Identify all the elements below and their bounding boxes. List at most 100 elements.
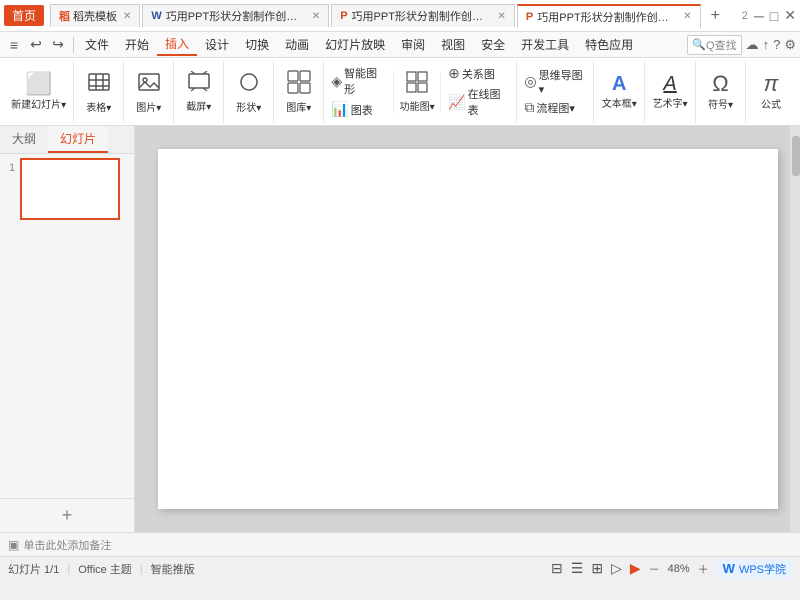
scroll-thumb[interactable] xyxy=(792,136,800,176)
formula-button[interactable]: π 公式 xyxy=(750,71,792,113)
tab-pptx1[interactable]: P 巧用PPT形状分割制作创意图片.pptx ✕ xyxy=(331,4,515,27)
tab-close-icon2[interactable]: ✕ xyxy=(683,11,691,22)
add-tab-button[interactable]: + xyxy=(707,7,724,25)
flowchart-label: 流程图▾ xyxy=(536,100,575,116)
chart-button[interactable]: 📊 图表 xyxy=(328,100,389,119)
menu-tab-security[interactable]: 安全 xyxy=(473,34,513,55)
wps-label: WPS学院 xyxy=(739,561,786,577)
mindmap-button[interactable]: ◎ 思维导图▾ xyxy=(521,66,589,97)
formula-label: 公式 xyxy=(761,96,781,111)
template-icon: 稻 xyxy=(59,8,70,24)
menu-tab-devtools[interactable]: 开发工具 xyxy=(513,34,577,55)
slides-tab[interactable]: 幻灯片 xyxy=(48,126,108,153)
reading-view-icon[interactable]: ▷ xyxy=(611,560,622,577)
ppt-icon: P xyxy=(340,10,347,22)
chartlib-button[interactable]: 图库▾ xyxy=(278,68,320,116)
menu-tab-file[interactable]: 文件 xyxy=(77,34,117,55)
screenshot-button[interactable]: 截屏▾ xyxy=(178,69,220,115)
tab-docx[interactable]: W 巧用PPT形状分割制作创意图片.docx ✕ xyxy=(142,4,329,27)
title-bar: 首页 稻 稻壳模板 ✕ W 巧用PPT形状分割制作创意图片.docx ✕ P 巧… xyxy=(0,0,800,32)
menu-tab-slideshow[interactable]: 幻灯片放映 xyxy=(317,34,393,55)
menu-tab-start[interactable]: 开始 xyxy=(117,34,157,55)
hamburger-icon[interactable]: ≡ xyxy=(4,35,24,55)
home-button[interactable]: 首页 xyxy=(4,5,44,26)
canvas-area[interactable] xyxy=(135,126,800,532)
chart-icon: 📊 xyxy=(331,101,348,118)
menu-tab-special[interactable]: 特色应用 xyxy=(577,34,641,55)
textbox-button[interactable]: A 文本框▾ xyxy=(598,72,641,112)
ai-label[interactable]: 智能推版 xyxy=(151,561,195,577)
online-chart-button[interactable]: 📈 在线图表 xyxy=(445,85,512,119)
arttext-button[interactable]: A 艺术字▾ xyxy=(649,72,692,112)
menu-tab-review[interactable]: 审阅 xyxy=(393,34,433,55)
function-label: 功能图▾ xyxy=(400,98,435,113)
toolbar-group-arttext: A 艺术字▾ xyxy=(645,60,696,123)
relation-button[interactable]: ⊕ 关系图 xyxy=(445,64,512,83)
settings-icon[interactable]: ⚙ xyxy=(784,37,796,53)
scroll-bar[interactable] xyxy=(790,126,800,532)
close-button[interactable]: ✕ xyxy=(784,7,796,24)
slideshow-icon[interactable]: ▶ xyxy=(630,560,641,577)
toolbar-group-textbox: A 文本框▾ xyxy=(594,60,645,123)
symbol-button[interactable]: Ω 符号▾ xyxy=(700,71,742,113)
flowchart-button[interactable]: ⧉ 流程图▾ xyxy=(521,98,589,117)
tab-pptx2[interactable]: P 巧用PPT形状分割制作创意图片.pptx ✕ xyxy=(517,4,701,28)
shape-button[interactable]: 形状▾ xyxy=(228,68,270,116)
slide-canvas[interactable] xyxy=(158,149,778,509)
symbol-label: 符号▾ xyxy=(708,96,733,111)
separator1: | xyxy=(67,563,70,575)
zoom-out-icon[interactable]: － xyxy=(649,561,660,577)
formula-icon: π xyxy=(764,73,779,95)
normal-view-icon[interactable]: ⊟ xyxy=(551,560,563,577)
menu-tab-design[interactable]: 设计 xyxy=(197,34,237,55)
outline-tab[interactable]: 大纲 xyxy=(0,126,48,153)
maximize-button[interactable]: □ xyxy=(770,8,778,24)
new-slide-icon: ⬜ xyxy=(25,73,52,95)
tab-label: 巧用PPT形状分割制作创意图片.docx xyxy=(166,8,306,24)
tab-close-icon[interactable]: ✕ xyxy=(312,11,320,22)
menu-tab-view[interactable]: 视图 xyxy=(433,34,473,55)
tab-label: 稻壳模板 xyxy=(73,8,117,24)
table-button[interactable]: 表格▾ xyxy=(78,68,120,116)
redo-icon[interactable]: ↪ xyxy=(48,35,68,55)
slide-thumbnail[interactable] xyxy=(20,158,120,220)
toolbar-group-image: 图片▾ xyxy=(124,60,174,123)
wps-badge[interactable]: W WPS学院 xyxy=(717,559,792,579)
add-slide-button[interactable]: + xyxy=(0,498,134,532)
separator xyxy=(73,37,74,53)
relation-icon: ⊕ xyxy=(448,65,460,82)
tab-close-icon[interactable]: ✕ xyxy=(498,11,506,22)
chart-label: 图表 xyxy=(351,102,373,118)
shape-icon xyxy=(237,70,261,98)
menu-tab-insert[interactable]: 插入 xyxy=(157,33,197,56)
connection-icon[interactable]: ☁ xyxy=(746,37,759,53)
outline-view-icon[interactable]: ☰ xyxy=(571,560,584,577)
toolbar-group-new-slide: ⬜ 新建幻灯片▾ xyxy=(4,60,74,123)
help-icon[interactable]: ? xyxy=(773,37,780,52)
notes-bar[interactable]: ▣ 单击此处添加备注 xyxy=(0,532,800,556)
slide-sorter-icon[interactable]: ⊞ xyxy=(591,560,603,577)
slide-info: 幻灯片 1/1 xyxy=(8,561,59,577)
undo-icon[interactable]: ↩ xyxy=(26,35,46,55)
tab-close-icon[interactable]: ✕ xyxy=(123,11,131,22)
menu-tab-animation[interactable]: 动画 xyxy=(277,34,317,55)
search-box[interactable]: 🔍 Q查找 xyxy=(687,35,741,55)
smart-shape-button[interactable]: ◈ 智能图形 xyxy=(328,64,389,98)
function-button[interactable]: 功能图▾ xyxy=(393,71,441,113)
minimize-button[interactable]: ─ xyxy=(754,8,764,24)
new-slide-button[interactable]: ⬜ 新建幻灯片▾ xyxy=(7,71,70,113)
main-area: 大纲 幻灯片 1 + xyxy=(0,126,800,532)
tab-template[interactable]: 稻 稻壳模板 ✕ xyxy=(50,4,140,27)
menu-tab-transition[interactable]: 切换 xyxy=(237,34,277,55)
ppt-icon2: P xyxy=(526,11,533,23)
search-placeholder: Q查找 xyxy=(706,37,737,53)
smart-shape-icon: ◈ xyxy=(331,73,342,90)
toolbar-group-function: ◈ 智能图形 📊 图表 功能图▾ xyxy=(324,60,517,123)
word-icon: W xyxy=(151,10,161,22)
image-button[interactable]: 图片▾ xyxy=(128,68,170,116)
online-chart-label: 在线图表 xyxy=(468,86,510,118)
chartlib-icon xyxy=(287,70,311,98)
share-icon[interactable]: ↑ xyxy=(763,37,770,52)
menu-tabs: 文件 开始 插入 设计 切换 动画 幻灯片放映 审阅 视图 安全 开发工具 特色… xyxy=(77,33,687,56)
zoom-in-icon[interactable]: ＋ xyxy=(698,561,709,577)
